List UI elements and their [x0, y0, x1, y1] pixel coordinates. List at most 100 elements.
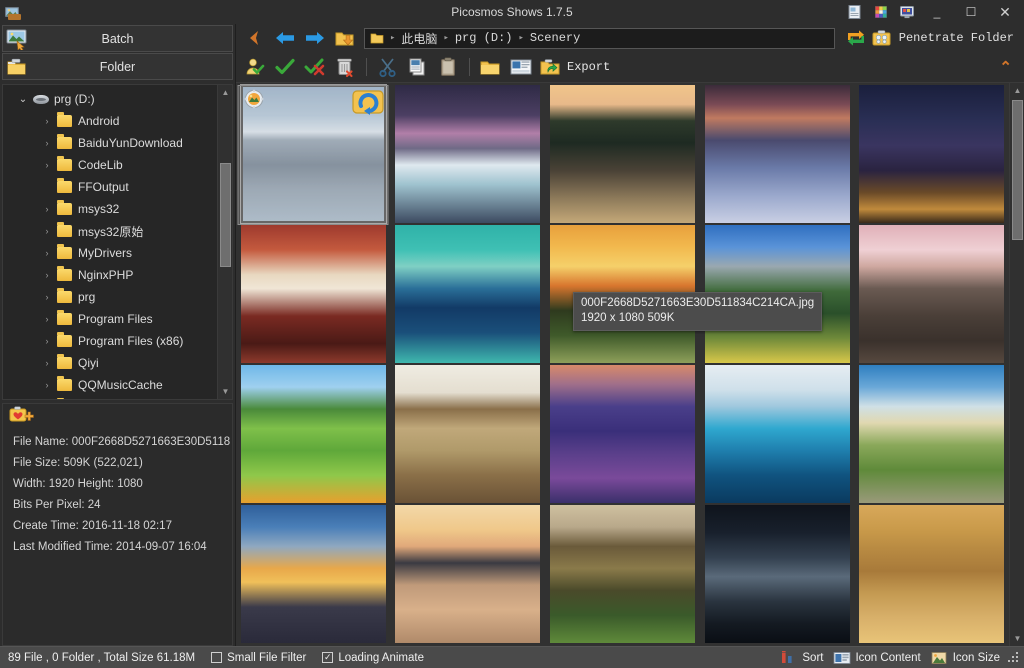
tree-item-nginxphp[interactable]: ›NginxPHP [3, 264, 217, 286]
paste-icon[interactable] [433, 54, 463, 80]
thumbnail-star-trails-church[interactable] [859, 85, 1004, 223]
thumbnail-winter-dune-sunset[interactable] [705, 85, 850, 223]
back-arrow-icon[interactable] [270, 25, 300, 51]
maximize-button[interactable]: ☐ [954, 0, 988, 24]
icon-size-button[interactable]: Icon Size [931, 651, 1000, 665]
thumbnail-cell[interactable] [238, 365, 389, 503]
gear-overlay-icon[interactable] [241, 88, 269, 112]
thumbnail-red-foliage-arch[interactable] [241, 225, 386, 363]
thumbnail-cell[interactable] [702, 85, 853, 223]
thumbnail-cell[interactable] [238, 85, 389, 223]
thumbnail-grid[interactable] [238, 85, 1007, 646]
minimize-button[interactable]: _ [920, 0, 954, 24]
favorite-add-icon[interactable] [9, 405, 35, 430]
thumbnail-cell[interactable] [547, 365, 698, 503]
thumbnail-forest-path-sunset[interactable] [859, 365, 1004, 503]
chevron-right-icon[interactable]: › [39, 248, 55, 258]
thumbnail-poplar-trees[interactable] [550, 505, 695, 643]
batch-button[interactable]: Batch [2, 25, 233, 52]
thumbnail-dark-storm-clouds[interactable] [705, 505, 850, 643]
thumbnail-coastal-sunset[interactable] [241, 505, 386, 643]
collapse-toolbar-icon[interactable]: ⌃ [999, 58, 1020, 76]
tree-item-codelib[interactable]: ›CodeLib [3, 154, 217, 176]
thumbnail-purple-reeds[interactable] [550, 365, 695, 503]
thumbnail-lakeside-pines[interactable] [550, 85, 695, 223]
scroll-down-icon[interactable]: ▼ [218, 384, 233, 399]
thumbnail-cell[interactable] [856, 365, 1007, 503]
thumbnail-cell[interactable] [547, 85, 698, 223]
copy-icon[interactable] [403, 54, 433, 80]
refresh-icon[interactable] [841, 25, 871, 51]
breadcrumb-item-0[interactable]: 此电脑 [401, 30, 437, 47]
chevron-right-icon[interactable]: › [39, 336, 55, 346]
tree-item-qt[interactable]: ›Qt [3, 396, 217, 399]
chevron-right-icon[interactable]: › [39, 204, 55, 214]
thumbnail-cell[interactable] [856, 85, 1007, 223]
close-button[interactable]: ✕ [988, 0, 1022, 24]
grid-scroll-up-icon[interactable]: ▲ [1010, 83, 1024, 98]
thumbnail-cell[interactable] [238, 505, 389, 643]
tree-item-prg-d[interactable]: ⌄prg (D:) [3, 88, 217, 110]
thumbnail-cell[interactable] [238, 225, 389, 363]
chevron-right-icon[interactable]: › [39, 226, 55, 236]
thumbnail-iceberg-lagoon[interactable] [395, 85, 540, 223]
select-user-icon[interactable] [240, 54, 270, 80]
tree-item-ffoutput[interactable]: FFOutput [3, 176, 217, 198]
thumbnail-cell[interactable] [393, 365, 544, 503]
tree-item-program-files[interactable]: ›Program Files [3, 308, 217, 330]
grid-scroll-thumb[interactable] [1012, 100, 1023, 240]
breadcrumb-item-2[interactable]: Scenery [530, 31, 580, 45]
thumbnail-green-cottage[interactable] [241, 365, 386, 503]
tree-scroll-thumb[interactable] [220, 163, 231, 267]
loading-animate-checkbox[interactable]: ✓ Loading Animate [322, 652, 424, 664]
deselect-all-icon[interactable] [300, 54, 330, 80]
chevron-down-icon[interactable]: ⌄ [15, 94, 31, 105]
tree-scrollbar[interactable]: ▲ ▼ [217, 85, 232, 399]
grid-scrollbar[interactable]: ▲ ▼ [1009, 83, 1024, 646]
up-folder-icon[interactable] [330, 25, 360, 51]
thumbnail-cell[interactable] [393, 225, 544, 363]
chevron-right-icon[interactable]: › [39, 380, 55, 390]
thumbnail-misty-lake-dawn[interactable] [395, 505, 540, 643]
thumbnail-blue-hole-reef[interactable] [395, 225, 540, 363]
tree-item-mydrivers[interactable]: ›MyDrivers [3, 242, 217, 264]
chevron-right-icon[interactable]: › [39, 160, 55, 170]
sort-button[interactable]: Sort [780, 651, 823, 665]
select-all-icon[interactable] [270, 54, 300, 80]
cut-icon[interactable] [373, 54, 403, 80]
breadcrumb-item-1[interactable]: prg (D:) [455, 31, 513, 45]
thumbnail-golden-gate-dunes[interactable] [859, 505, 1004, 643]
thumbnail-sepia-layers[interactable] [395, 365, 540, 503]
new-folder-icon[interactable] [476, 54, 506, 80]
thumbnail-iceberg-underwater[interactable] [705, 365, 850, 503]
color-palette-icon[interactable] [868, 0, 894, 24]
chevron-right-icon[interactable]: › [39, 270, 55, 280]
thumbnail-cell[interactable] [702, 365, 853, 503]
back-history-icon[interactable] [240, 25, 270, 51]
thumbnail-cell[interactable] [393, 85, 544, 223]
thumbnail-cell[interactable] [856, 225, 1007, 363]
small-file-filter-box[interactable] [211, 652, 222, 663]
chevron-right-icon[interactable]: › [39, 138, 55, 148]
thumbnail-cell[interactable] [547, 505, 698, 643]
chevron-right-icon[interactable]: › [39, 116, 55, 126]
forward-arrow-icon[interactable] [300, 25, 330, 51]
tree-item-msys32[interactable]: ›msys32原始 [3, 220, 217, 242]
chevron-right-icon[interactable]: › [39, 358, 55, 368]
tree-item-program-files-x86[interactable]: ›Program Files (x86) [3, 330, 217, 352]
tree-item-msys32[interactable]: ›msys32 [3, 198, 217, 220]
tree-item-baiduyundownload[interactable]: ›BaiduYunDownload [3, 132, 217, 154]
thumbnail-cell[interactable] [856, 505, 1007, 643]
delete-icon[interactable] [330, 54, 360, 80]
scroll-up-icon[interactable]: ▲ [218, 85, 233, 100]
export-icon[interactable] [536, 54, 566, 80]
grid-scroll-down-icon[interactable]: ▼ [1010, 631, 1024, 646]
rotate-overlay-icon[interactable] [351, 88, 385, 116]
chevron-right-icon[interactable]: › [39, 292, 55, 302]
tree-item-android[interactable]: ›Android [3, 110, 217, 132]
tree-item-qiyi[interactable]: ›Qiyi [3, 352, 217, 374]
screen-capture-icon[interactable] [894, 0, 920, 24]
penetrate-folder-button[interactable]: Penetrate Folder [871, 28, 1020, 48]
small-file-filter-checkbox[interactable]: Small File Filter [211, 652, 306, 664]
thumbnail-cell[interactable] [702, 505, 853, 643]
